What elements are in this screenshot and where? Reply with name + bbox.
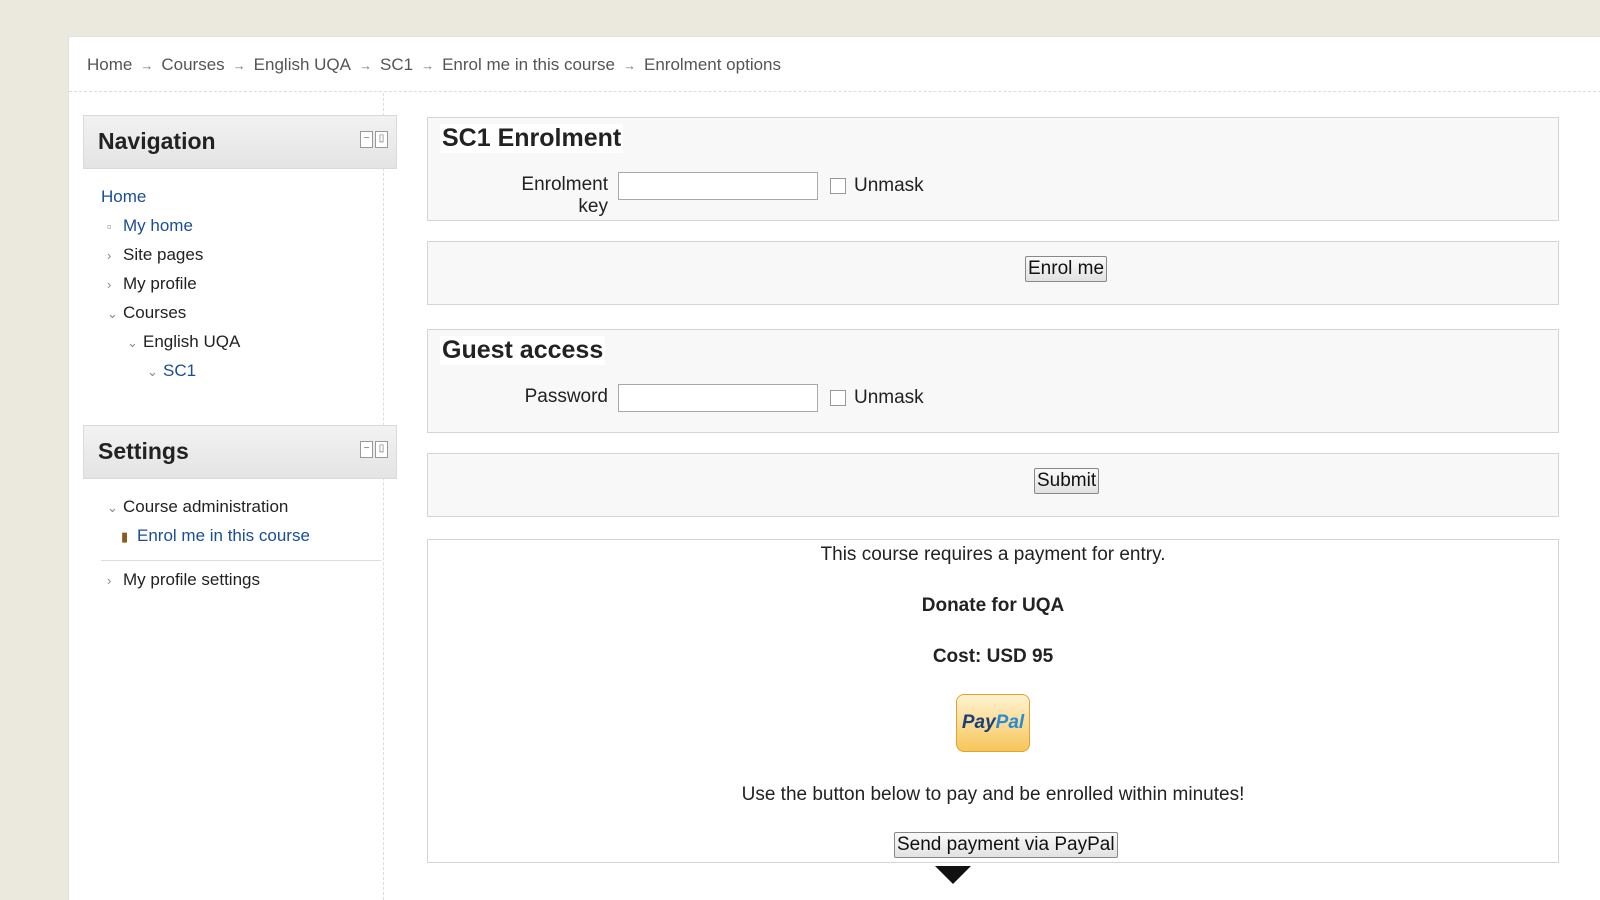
paypal-logo-part2: Pal xyxy=(995,712,1025,733)
nav-item-label: Courses xyxy=(123,303,187,322)
mouse-cursor-icon xyxy=(935,866,971,884)
enrolment-fieldset: SC1 Enrolment Enrolment key Unmask xyxy=(427,117,1559,221)
guest-legend: Guest access xyxy=(440,336,606,365)
breadcrumb-courses[interactable]: Courses xyxy=(161,55,224,74)
guest-submit-area: Submit xyxy=(427,453,1559,517)
nav-item-english-uqa[interactable]: ⌄ English UQA xyxy=(127,332,240,352)
enrolment-unmask-label: Unmask xyxy=(854,175,924,196)
nav-item-label: English UQA xyxy=(143,332,241,351)
breadcrumb-separator: → xyxy=(140,58,154,73)
column-divider xyxy=(383,93,384,900)
settings-title: Settings xyxy=(98,438,189,464)
enrolment-key-label: Enrolment key xyxy=(521,174,608,217)
dock-icon[interactable]: ▯ xyxy=(375,441,388,458)
enrolment-submit-area: Enrol me xyxy=(427,241,1559,305)
settings-enrol-me[interactable]: ▮ Enrol me in this course xyxy=(121,526,310,546)
navigation-block: Navigation − ▯ xyxy=(83,115,397,169)
chevron-down-icon: ⌄ xyxy=(147,364,158,379)
square-bullet-icon: ▫ xyxy=(107,219,112,234)
collapse-icon[interactable]: − xyxy=(360,441,373,458)
settings-header: Settings − ▯ xyxy=(83,425,397,479)
settings-block: Settings − ▯ xyxy=(83,425,397,479)
cost-text: Cost: USD 95 xyxy=(932,646,1054,667)
breadcrumb-divider xyxy=(69,91,1600,92)
nav-item-label: My profile xyxy=(123,274,197,293)
nav-item-my-profile[interactable]: › My profile xyxy=(107,274,197,294)
chevron-down-icon: ⌄ xyxy=(107,500,118,515)
chevron-right-icon: › xyxy=(107,248,112,263)
navigation-header: Navigation − ▯ xyxy=(83,115,397,169)
nav-item-sc1[interactable]: ⌄ SC1 xyxy=(147,361,196,381)
chevron-down-icon: ⌄ xyxy=(107,306,118,321)
settings-item-label: Course administration xyxy=(123,497,289,516)
breadcrumb-separator: → xyxy=(359,58,372,73)
collapse-icon[interactable]: − xyxy=(360,131,373,148)
block-controls: − ▯ xyxy=(360,441,388,458)
guest-submit-button[interactable]: Submit xyxy=(1034,468,1100,494)
guest-unmask-label: Unmask xyxy=(854,387,924,408)
nav-item-label: Site pages xyxy=(123,245,204,264)
page-container: Home → Courses → English UQA → SC1 → Enrol me in… xyxy=(68,36,1600,900)
payment-section: This course requires a payment for entry… xyxy=(427,539,1559,863)
nav-item-courses[interactable]: ⌄ Courses xyxy=(107,303,186,323)
guest-password-label: Password xyxy=(524,386,608,407)
donate-text: Donate for UQA xyxy=(921,595,1065,616)
breadcrumb: Home → Courses → English UQA → SC1 → Enrol me in… xyxy=(87,55,781,75)
breadcrumb-enrolment-options: Enrolment options xyxy=(643,55,782,74)
chevron-right-icon: › xyxy=(107,277,112,292)
settings-item-label: My profile settings xyxy=(123,570,260,589)
chevron-right-icon: › xyxy=(107,573,112,588)
breadcrumb-english-uqa[interactable]: English UQA xyxy=(254,55,351,74)
settings-my-profile-settings[interactable]: › My profile settings xyxy=(107,570,260,590)
settings-item-label: Enrol me in this course xyxy=(137,526,310,545)
breadcrumb-separator: → xyxy=(421,58,435,73)
send-payment-button[interactable]: Send payment via PayPal xyxy=(894,832,1118,858)
nav-item-label: My home xyxy=(123,216,193,235)
breadcrumb-enrol[interactable]: Enrol me in this course xyxy=(442,55,615,74)
guest-unmask-checkbox[interactable] xyxy=(830,390,846,406)
nav-item-site-pages[interactable]: › Site pages xyxy=(107,245,203,265)
nav-item-home[interactable]: Home xyxy=(101,187,146,207)
payment-instruction-text: Use the button below to pay and be enrol… xyxy=(741,784,1245,805)
door-icon: ▮ xyxy=(121,529,129,544)
nav-item-label: SC1 xyxy=(163,361,197,380)
breadcrumb-separator: → xyxy=(232,58,246,73)
block-controls: − ▯ xyxy=(360,131,388,148)
settings-divider xyxy=(101,560,381,561)
dock-icon[interactable]: ▯ xyxy=(375,131,388,148)
settings-course-administration[interactable]: ⌄ Course administration xyxy=(107,497,288,517)
breadcrumb-sc1[interactable]: SC1 xyxy=(380,55,413,74)
chevron-down-icon: ⌄ xyxy=(127,335,138,350)
paypal-logo-part1: Pay xyxy=(961,712,996,733)
guest-password-input[interactable] xyxy=(618,384,818,412)
enrolment-unmask-checkbox[interactable] xyxy=(830,178,846,194)
enrol-me-button[interactable]: Enrol me xyxy=(1025,256,1108,282)
payment-required-text: This course requires a payment for entry… xyxy=(820,544,1166,565)
breadcrumb-home[interactable]: Home xyxy=(87,55,132,74)
breadcrumb-separator: → xyxy=(622,58,636,73)
nav-item-my-home[interactable]: ▫ My home xyxy=(107,216,193,236)
enrolment-legend: SC1 Enrolment xyxy=(440,124,624,153)
navigation-title: Navigation xyxy=(98,128,216,154)
guest-fieldset: Guest access Password Unmask xyxy=(427,329,1559,433)
enrolment-key-input[interactable] xyxy=(618,172,818,200)
paypal-logo-button[interactable]: PayPal xyxy=(956,694,1030,752)
